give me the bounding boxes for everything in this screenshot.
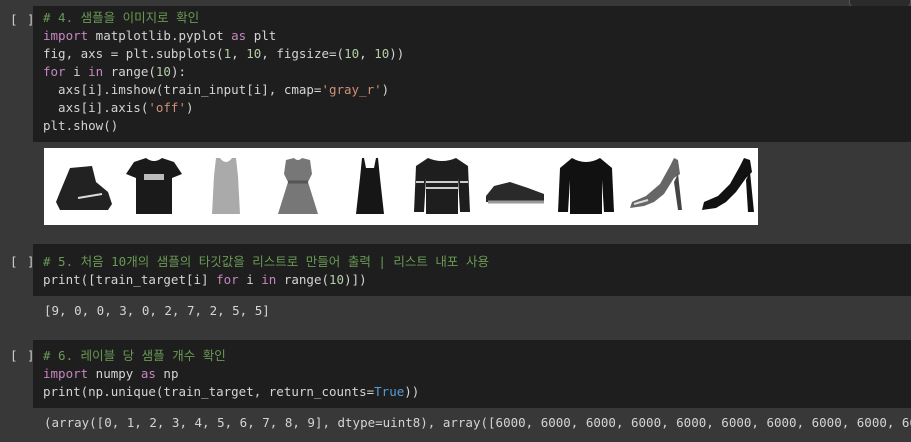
code-line: print([train_target[i] for i in range(10… [43,272,367,287]
code-line: axs[i].axis('off') [43,100,194,115]
ankle-boot-icon [56,166,112,210]
code-line: print(np.unique(train_target, return_cou… [43,384,420,399]
output-figure [44,148,758,225]
code-line: import numpy as np [43,366,179,381]
code-line: import matplotlib.pyplot as plt [43,28,277,43]
code-line: for i in range(10): [43,64,187,79]
code-cell-3: [ ] # 6. 레이블 당 샘플 개수 확인 import numpy as n… [0,340,911,408]
code-line: # 6. 레이블 당 샘플 개수 확인 [43,348,226,363]
code-editor[interactable]: # 6. 레이블 당 샘플 개수 확인 import numpy as np pri… [33,340,911,408]
pullover-icon [558,158,614,214]
code-line: plt.show() [43,118,119,133]
code-line: fig, axs = plt.subplots(1, 10, figsize=(… [43,46,405,61]
tshirt-icon [126,158,182,214]
tank-top-icon [212,158,240,214]
code-line: # 5. 처음 10개의 샘플의 타깃값을 리스트로 만들어 출력 | 리스트 … [43,254,489,269]
run-cell-button[interactable]: [ ] [10,254,36,269]
cell-output: (array([0, 1, 2, 3, 4, 5, 6, 7, 8, 9], d… [44,415,911,430]
pullover-icon [414,158,470,214]
code-line: # 4. 샘플을 이미지로 확인 [43,10,200,25]
sample-images [56,158,754,214]
run-cell-button[interactable]: [ ] [10,12,36,27]
code-editor[interactable]: # 5. 처음 10개의 샘플의 타깃값을 리스트로 만들어 출력 | 리스트 … [33,244,911,296]
dress-icon [278,158,318,214]
code-line: axs[i].imshow(train_input[i], cmap='gray… [43,82,390,97]
dress-icon [356,158,384,214]
code-cell-1: [ ] # 4. 샘플을 이미지로 확인 import matplotlib.py… [0,6,911,142]
sandal-icon [702,158,754,212]
run-cell-button[interactable]: [ ] [10,348,36,363]
code-editor[interactable]: # 4. 샘플을 이미지로 확인 import matplotlib.pyplot… [33,6,911,142]
sandal-icon [630,158,682,210]
cell-output: [9, 0, 0, 3, 0, 2, 7, 2, 5, 5] [44,303,270,318]
sneaker-icon [486,182,544,204]
code-cell-2: [ ] # 5. 처음 10개의 샘플의 타깃값을 리스트로 만들어 출력 | … [0,244,911,296]
